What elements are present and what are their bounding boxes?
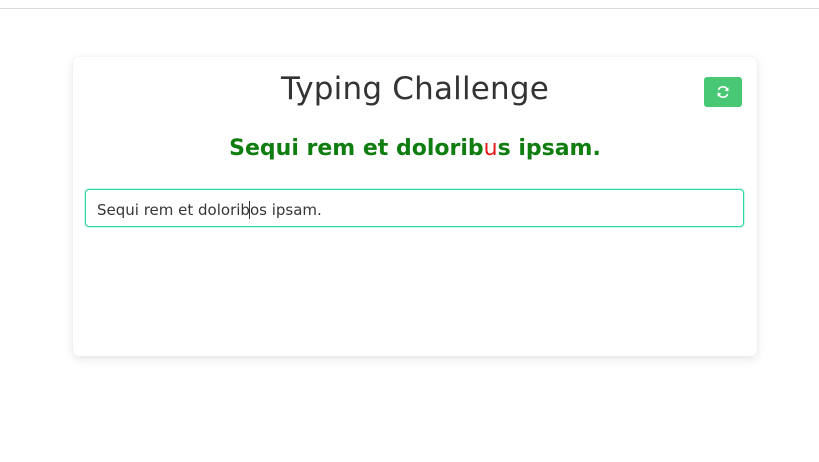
typing-input-value: Sequi rem et doloribos ipsam. bbox=[97, 201, 322, 219]
top-divider bbox=[0, 8, 819, 9]
target-sentence: Sequi rem et doloribus ipsam. bbox=[73, 136, 757, 161]
typed-text-after-caret: os ipsam. bbox=[249, 201, 322, 219]
target-remaining-part: s ipsam. bbox=[497, 136, 601, 161]
page-title: Typing Challenge bbox=[280, 71, 550, 107]
typing-input[interactable]: Sequi rem et doloribos ipsam. bbox=[85, 189, 744, 227]
challenge-card: Typing Challenge Sequi rem et doloribus … bbox=[73, 57, 757, 356]
target-error-char: u bbox=[483, 136, 498, 161]
refresh-icon bbox=[716, 85, 730, 99]
refresh-button[interactable] bbox=[704, 77, 742, 107]
typed-text-before-caret: Sequi rem et dolorib bbox=[97, 201, 250, 219]
target-correct-part: Sequi rem et dolorib bbox=[229, 136, 484, 161]
